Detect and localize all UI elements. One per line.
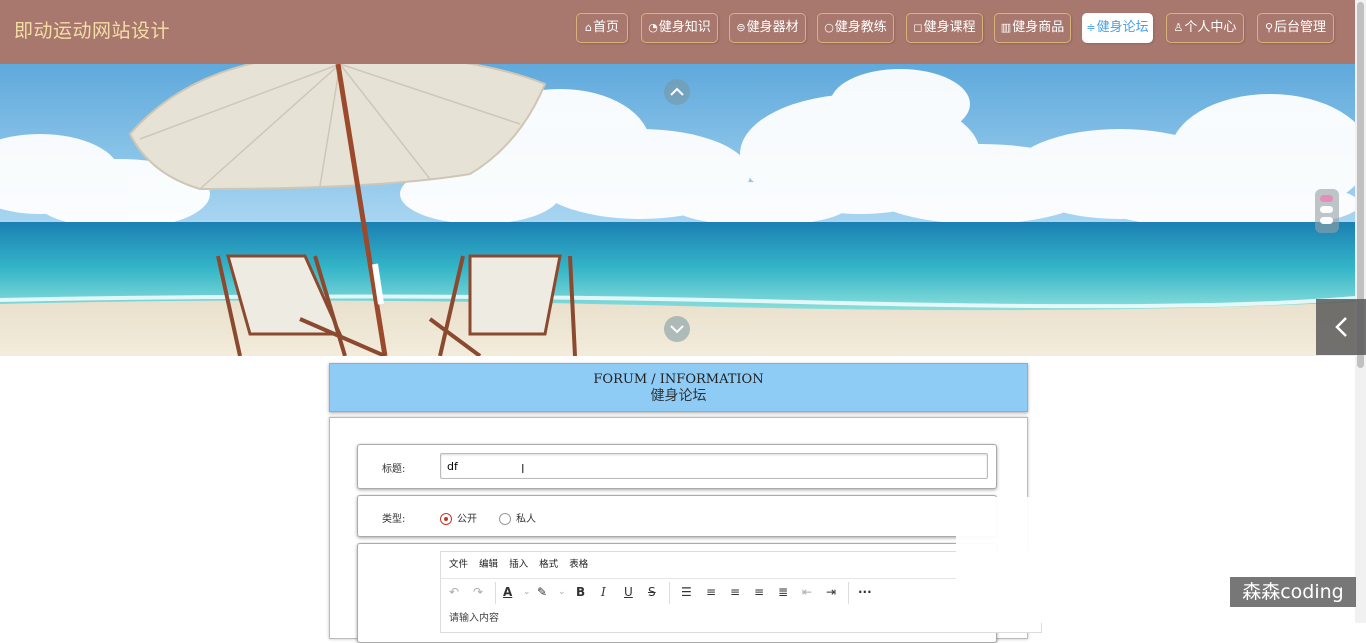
align-left-icon[interactable]: ≡ bbox=[706, 584, 716, 600]
menu-table[interactable]: 表格 bbox=[569, 552, 588, 578]
highlight-dropdown-icon[interactable]: ⌄ bbox=[558, 584, 566, 600]
nav-fitness-coach[interactable]: ○健身教练 bbox=[817, 13, 894, 43]
title-label: 标题: bbox=[382, 464, 406, 475]
carousel-dot-3[interactable] bbox=[1320, 217, 1333, 224]
carousel-indicators bbox=[1315, 189, 1339, 233]
type-option-private-label: 私人 bbox=[516, 514, 536, 525]
toolbar-divider bbox=[669, 582, 670, 604]
nav-fitness-equipment[interactable]: ⊜健身器材 bbox=[729, 13, 806, 43]
forum-icon: ≑ bbox=[1086, 21, 1096, 34]
user-icon: ♙ bbox=[1173, 21, 1184, 34]
type-option-private[interactable]: 私人 bbox=[499, 510, 536, 526]
equipment-icon: ⊜ bbox=[736, 21, 746, 34]
nav-fitness-forum[interactable]: ≑健身论坛 bbox=[1082, 13, 1153, 43]
type-label: 类型: bbox=[382, 514, 406, 525]
toolbar-divider bbox=[848, 582, 849, 604]
redo-icon[interactable]: ↷ bbox=[473, 584, 483, 600]
italic-icon[interactable]: I bbox=[601, 584, 606, 600]
nav-admin-label: 后台管理 bbox=[1274, 20, 1327, 35]
editor-menubar: 文件 编辑 插入 格式 表格 bbox=[441, 552, 1041, 579]
chevron-down-icon bbox=[670, 325, 684, 334]
nav-fitness-knowledge[interactable]: ◔健身知识 bbox=[641, 13, 718, 43]
coach-icon: ○ bbox=[824, 21, 834, 34]
bold-icon[interactable]: B bbox=[576, 584, 585, 600]
editor-toolbar: ↶ ↷ A ⌄ ✎ ⌄ B I U S ☰ ≡ ≡ ≡ ≣ ⇤ ⇥ ··· bbox=[441, 579, 1041, 605]
watermark: 森森coding bbox=[1230, 577, 1356, 607]
banner-carousel bbox=[0, 64, 1355, 356]
top-navbar: 即动运动网站设计 ⌂首页 ◔健身知识 ⊜健身器材 ○健身教练 ◻健身课程 ▥健身… bbox=[0, 0, 1355, 64]
undo-icon[interactable]: ↶ bbox=[449, 584, 459, 600]
side-collapse-button[interactable] bbox=[1316, 299, 1366, 355]
underline-icon[interactable]: U bbox=[624, 584, 633, 600]
nav-fitness-equipment-label: 健身器材 bbox=[746, 20, 799, 35]
indent-icon[interactable]: ⇥ bbox=[826, 584, 836, 600]
align-center-icon[interactable]: ≡ bbox=[730, 584, 740, 600]
knowledge-icon: ◔ bbox=[648, 21, 658, 34]
menu-file[interactable]: 文件 bbox=[449, 552, 468, 578]
strikethrough-icon[interactable]: S bbox=[648, 584, 656, 600]
nav-fitness-knowledge-label: 健身知识 bbox=[658, 20, 711, 35]
admin-link-icon: ⚲ bbox=[1264, 21, 1274, 34]
title-row: 标题: bbox=[357, 444, 997, 489]
nav-fitness-coach-label: 健身教练 bbox=[834, 20, 887, 35]
nav-fitness-goods-label: 健身商品 bbox=[1012, 20, 1065, 35]
nav-fitness-course-label: 健身课程 bbox=[923, 20, 976, 35]
course-icon: ◻ bbox=[913, 21, 923, 34]
nav-fitness-course[interactable]: ◻健身课程 bbox=[906, 13, 983, 43]
align-justify-icon[interactable]: ≣ bbox=[778, 584, 788, 600]
more-icon[interactable]: ··· bbox=[858, 584, 872, 600]
text-color-icon[interactable]: A bbox=[503, 584, 512, 600]
banner-next-arrow[interactable] bbox=[664, 316, 690, 342]
chevron-left-icon bbox=[1335, 317, 1347, 337]
section-title-cn: 健身论坛 bbox=[650, 388, 707, 404]
nav-fitness-goods[interactable]: ▥健身商品 bbox=[994, 13, 1071, 43]
nav-fitness-forum-label: 健身论坛 bbox=[1096, 20, 1149, 35]
site-title: 即动运动网站设计 bbox=[14, 20, 171, 42]
carousel-dot-2[interactable] bbox=[1320, 206, 1333, 213]
home-icon: ⌂ bbox=[585, 21, 592, 34]
radio-checked-icon bbox=[440, 513, 452, 525]
nav-admin[interactable]: ⚲后台管理 bbox=[1257, 13, 1334, 43]
nav-personal-center-label: 个人中心 bbox=[1184, 20, 1237, 35]
text-cursor-icon: I bbox=[521, 462, 525, 476]
text-color-dropdown-icon[interactable]: ⌄ bbox=[523, 584, 531, 600]
menu-format[interactable]: 格式 bbox=[539, 552, 558, 578]
goods-icon: ▥ bbox=[1000, 21, 1012, 34]
toolbar-divider bbox=[495, 582, 496, 604]
type-option-public-label: 公开 bbox=[457, 514, 477, 525]
align-right-icon[interactable]: ≡ bbox=[754, 584, 764, 600]
carousel-dot-1[interactable] bbox=[1320, 195, 1333, 202]
nav-home[interactable]: ⌂首页 bbox=[576, 13, 628, 43]
banner-image bbox=[0, 64, 1355, 356]
radio-unchecked-icon bbox=[499, 513, 511, 525]
type-row: 类型: 公开 私人 bbox=[357, 495, 997, 537]
chevron-up-icon bbox=[670, 87, 684, 96]
content-row: 文件 编辑 插入 格式 表格 ↶ ↷ A ⌄ ✎ ⌄ B I U S ☰ ≡ ≡… bbox=[357, 543, 1042, 643]
line-height-icon[interactable]: ☰ bbox=[681, 584, 692, 600]
menu-edit[interactable]: 编辑 bbox=[479, 552, 498, 578]
editor-content-area[interactable]: 请输入内容 bbox=[441, 605, 1041, 628]
forum-section-header: FORUM / INFORMATION 健身论坛 bbox=[329, 363, 1028, 412]
nav-home-label: 首页 bbox=[592, 20, 619, 35]
rich-text-editor: 文件 编辑 插入 格式 表格 ↶ ↷ A ⌄ ✎ ⌄ B I U S ☰ ≡ ≡… bbox=[440, 551, 1042, 633]
section-title-en: FORUM / INFORMATION bbox=[593, 372, 764, 387]
highlight-color-icon[interactable]: ✎ bbox=[537, 584, 547, 600]
nav-personal-center[interactable]: ♙个人中心 bbox=[1166, 13, 1244, 43]
menu-insert[interactable]: 插入 bbox=[509, 552, 528, 578]
outdent-icon[interactable]: ⇤ bbox=[802, 584, 812, 600]
type-option-public[interactable]: 公开 bbox=[440, 510, 477, 526]
banner-prev-arrow[interactable] bbox=[664, 79, 690, 105]
